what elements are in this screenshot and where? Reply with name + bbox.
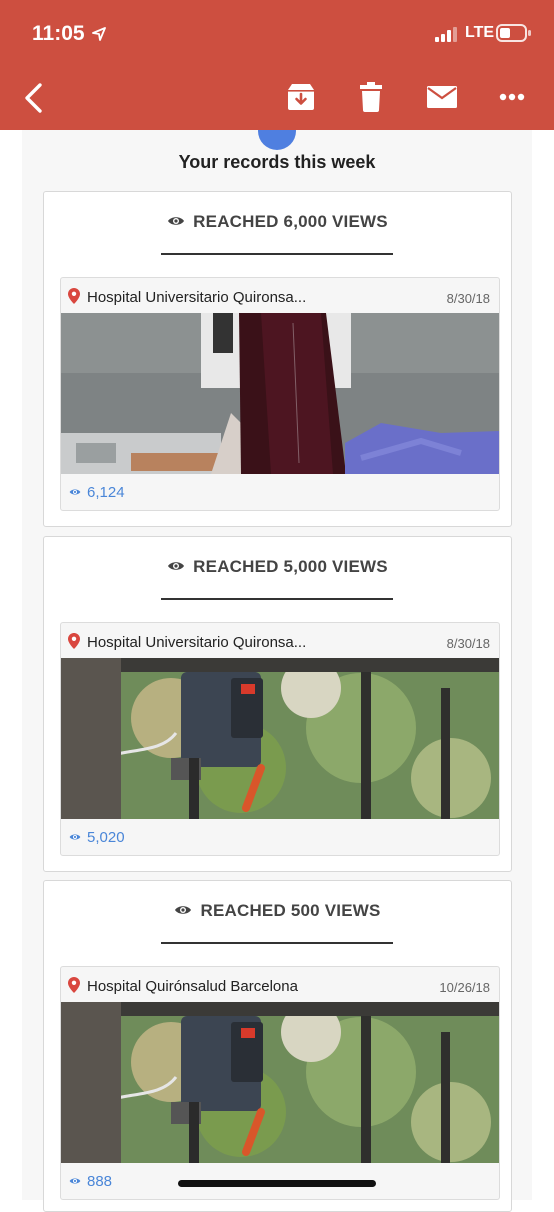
post-meta: Hospital Quirónsalud Barcelona 10/26/18 — [61, 967, 499, 1001]
iv-pump-window-photo — [61, 658, 499, 819]
post-meta: Hospital Universitario Quironsa... 8/30/… — [61, 623, 499, 657]
record-heading-text: REACHED 6,000 VIEWS — [193, 212, 388, 231]
record-card: REACHED 500 VIEWS Hospital Quirónsalud B… — [43, 880, 512, 1212]
archive-icon[interactable] — [286, 83, 316, 111]
battery-icon — [496, 24, 531, 42]
record-card: REACHED 5,000 VIEWS Hospital Universitar… — [43, 536, 512, 872]
cellular-signal-icon — [435, 27, 457, 42]
post-date: 8/30/18 — [446, 291, 490, 306]
eye-icon — [69, 834, 81, 840]
more-icon[interactable] — [499, 93, 525, 101]
post-photo[interactable] — [61, 658, 499, 819]
post-photo[interactable] — [61, 1002, 499, 1163]
divider — [161, 598, 393, 600]
record-heading: REACHED 500 VIEWS — [44, 901, 511, 921]
network-type: LTE — [465, 24, 495, 41]
post-location[interactable]: Hospital Universitario Quironsa... — [87, 289, 306, 306]
eye-icon — [168, 216, 185, 225]
record-card: REACHED 6,000 VIEWS Hospital Universitar… — [43, 191, 512, 527]
divider — [161, 253, 393, 255]
views-count: 6,124 — [87, 484, 125, 501]
post-location[interactable]: Hospital Universitario Quironsa... — [87, 634, 306, 651]
views-count: 888 — [87, 1173, 113, 1190]
page-title: Your records this week — [178, 152, 376, 172]
back-icon[interactable] — [20, 82, 46, 114]
location-pin-icon — [68, 977, 80, 993]
app-bar: 11:05 LTE — [0, 0, 554, 130]
post-date: 10/26/18 — [439, 980, 490, 995]
post-card[interactable]: Hospital Universitario Quironsa... 8/30/… — [60, 277, 500, 511]
post-card[interactable]: Hospital Quirónsalud Barcelona 10/26/18 — [60, 966, 500, 1200]
status-time: 11:05 — [32, 22, 85, 45]
post-views[interactable]: 5,020 — [69, 829, 125, 846]
mail-icon[interactable] — [427, 86, 457, 108]
iv-pump-window-photo — [61, 1002, 499, 1163]
eye-icon — [69, 489, 81, 495]
post-views[interactable]: 888 — [69, 1173, 112, 1190]
views-count: 5,020 — [87, 829, 125, 846]
eye-icon — [69, 1178, 81, 1184]
location-pin-icon — [68, 288, 80, 304]
eye-icon — [168, 561, 185, 570]
trash-icon[interactable] — [360, 82, 382, 112]
post-date: 8/30/18 — [446, 636, 490, 651]
post-location[interactable]: Hospital Quirónsalud Barcelona — [87, 978, 298, 995]
home-indicator[interactable] — [178, 1180, 376, 1187]
record-heading-text: REACHED 5,000 VIEWS — [193, 557, 388, 576]
eye-icon — [175, 905, 192, 914]
record-heading: REACHED 6,000 VIEWS — [44, 212, 511, 232]
blood-bag-photo — [61, 313, 499, 474]
location-pin-icon — [68, 633, 80, 649]
post-photo[interactable] — [61, 313, 499, 474]
record-heading-text: REACHED 500 VIEWS — [200, 901, 381, 920]
record-heading: REACHED 5,000 VIEWS — [44, 557, 511, 577]
post-meta: Hospital Universitario Quironsa... 8/30/… — [61, 278, 499, 312]
divider — [161, 942, 393, 944]
post-card[interactable]: Hospital Universitario Quironsa... 8/30/… — [60, 622, 500, 856]
post-views[interactable]: 6,124 — [69, 484, 125, 501]
location-services-icon — [92, 27, 106, 41]
